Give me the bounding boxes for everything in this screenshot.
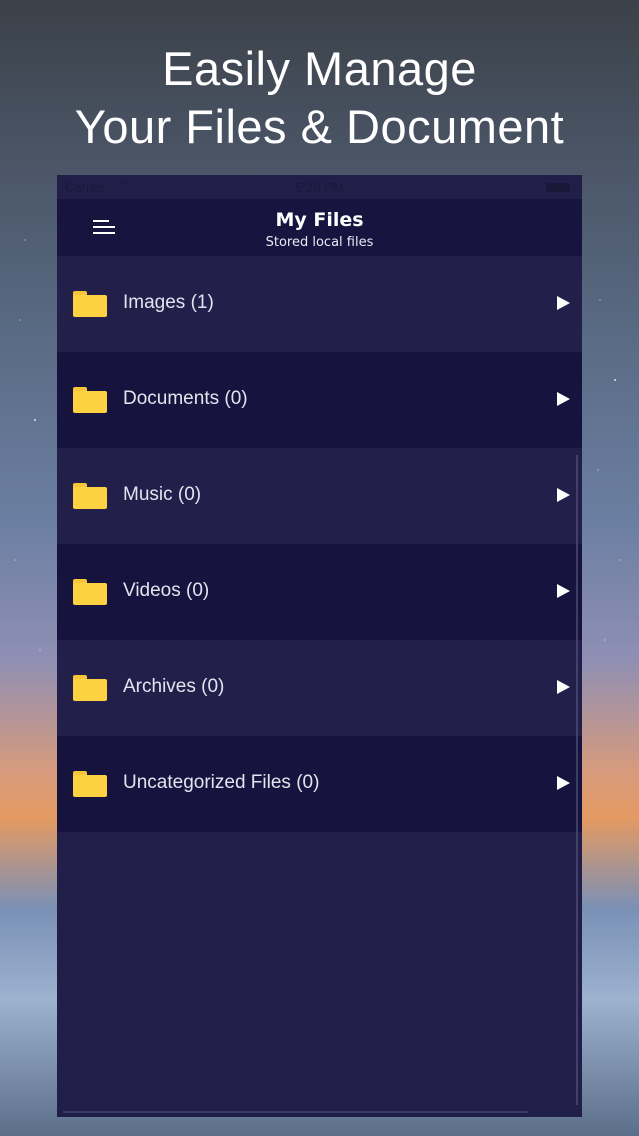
chevron-right-icon <box>557 680 570 694</box>
chevron-right-icon <box>557 392 570 406</box>
folder-row-documents[interactable]: Documents (0) <box>57 352 582 448</box>
folder-icon <box>73 579 107 605</box>
page-title: My Files <box>275 209 364 231</box>
folder-label: Archives (0) <box>123 676 225 697</box>
hero-line-1: Easily Manage <box>162 42 477 95</box>
folder-list: Images (1) Documents (0) Music (0) Video… <box>57 256 582 832</box>
folder-label: Videos (0) <box>123 580 210 601</box>
folder-row-archives[interactable]: Archives (0) <box>57 640 582 736</box>
folder-label: Documents (0) <box>123 388 248 409</box>
app-screen: Carrier ◠ 5:28 PM My Files Stored local … <box>57 175 582 1117</box>
folder-label: Music (0) <box>123 484 202 505</box>
folder-icon <box>73 675 107 701</box>
nav-bar: My Files Stored local files <box>57 199 582 256</box>
folder-icon <box>73 387 107 413</box>
folder-label: Images (1) <box>123 292 214 313</box>
hero-heading: Easily Manage Your Files & Document <box>0 40 639 156</box>
folder-icon <box>73 291 107 317</box>
hero-line-2: Your Files & Document <box>74 100 565 153</box>
chevron-right-icon <box>557 584 570 598</box>
folder-row-music[interactable]: Music (0) <box>57 448 582 544</box>
chevron-right-icon <box>557 488 570 502</box>
folder-row-videos[interactable]: Videos (0) <box>57 544 582 640</box>
battery-icon <box>546 183 570 192</box>
chevron-right-icon <box>557 776 570 790</box>
home-indicator <box>63 1111 528 1113</box>
chevron-right-icon <box>557 296 570 310</box>
page-subtitle: Stored local files <box>265 235 374 250</box>
folder-label: Uncategorized Files (0) <box>123 772 320 793</box>
folder-row-images[interactable]: Images (1) <box>57 256 582 352</box>
folder-row-uncategorized[interactable]: Uncategorized Files (0) <box>57 736 582 832</box>
folder-icon <box>73 771 107 797</box>
status-bar: Carrier ◠ 5:28 PM <box>57 175 582 199</box>
status-time: 5:28 PM <box>295 180 344 195</box>
folder-icon <box>73 483 107 509</box>
scrollbar[interactable] <box>576 455 578 1105</box>
